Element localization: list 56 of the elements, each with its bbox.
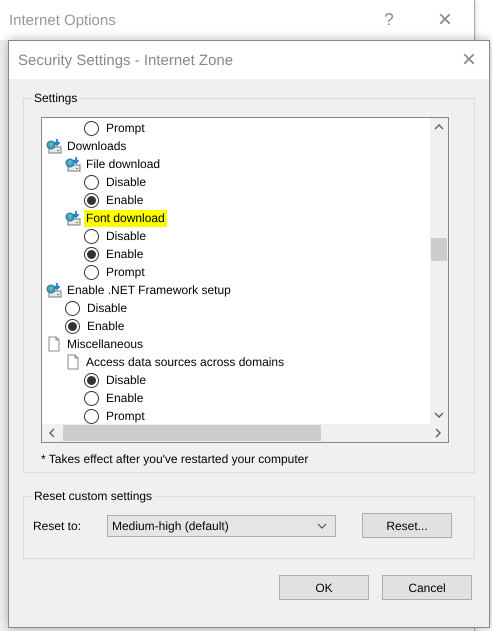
radio-button[interactable] — [84, 372, 99, 388]
radio-button[interactable] — [84, 264, 99, 280]
caret-icon — [317, 522, 327, 528]
computer-download-icon — [65, 156, 81, 172]
setting-label[interactable]: Access data sources across domains — [84, 354, 286, 370]
computer-download-icon — [46, 138, 62, 154]
restart-note: * Takes effect after you've restarted your computer — [41, 452, 310, 466]
scrollbar-thumb[interactable] — [431, 238, 447, 261]
option-label[interactable]: Disable — [106, 373, 146, 387]
setting-label[interactable]: Downloads — [65, 138, 128, 154]
radio-button[interactable] — [84, 390, 99, 406]
reset-to-label: Reset to: — [33, 518, 82, 532]
option-label[interactable]: Prompt — [106, 265, 145, 279]
option-label[interactable]: Prompt — [106, 121, 145, 135]
option-label[interactable]: Enable — [87, 319, 124, 333]
computer-download-icon — [46, 282, 62, 298]
scroll-up-icon[interactable] — [434, 124, 444, 130]
group-label: Reset custom settings — [32, 488, 154, 504]
radio-button[interactable] — [84, 246, 99, 262]
radio-button[interactable] — [65, 300, 80, 316]
radio-button[interactable] — [84, 408, 99, 424]
dialog-button[interactable]: Cancel — [382, 575, 472, 600]
setting-label[interactable]: Enable .NET Framework setup — [65, 282, 233, 298]
dialog-button[interactable]: OK — [279, 575, 369, 600]
option-label[interactable]: Disable — [106, 229, 146, 243]
setting-label[interactable]: File download — [84, 156, 162, 172]
scrollbar-thumb[interactable] — [63, 425, 321, 441]
radio-button[interactable] — [84, 120, 99, 136]
help-button[interactable]: ? — [374, 10, 404, 30]
option-label[interactable]: Enable — [106, 391, 144, 405]
reset-button[interactable]: Reset... — [362, 513, 452, 538]
window-title: Internet Options — [9, 12, 117, 28]
option-label[interactable]: Enable — [106, 247, 144, 261]
horizontal-scrollbar[interactable] — [42, 424, 448, 442]
dialog-title: Security Settings - Internet Zone — [18, 52, 234, 68]
option-label[interactable]: Disable — [87, 301, 128, 315]
setting-label[interactable]: Font download — [84, 210, 167, 226]
vertical-scrollbar[interactable] — [430, 118, 448, 424]
group-label: Settings — [32, 90, 80, 106]
scroll-right-icon[interactable] — [435, 428, 441, 438]
close-button[interactable]: × — [454, 46, 484, 74]
option-label[interactable]: Prompt — [106, 409, 145, 423]
setting-label[interactable]: Miscellaneous — [65, 336, 146, 352]
close-button[interactable]: × — [430, 6, 460, 34]
radio-button[interactable] — [84, 192, 99, 208]
document-icon — [46, 336, 62, 352]
reset-level-dropdown[interactable]: Medium-high (default) — [107, 514, 336, 536]
document-icon — [65, 354, 81, 370]
radio-button[interactable] — [65, 318, 80, 334]
computer-download-icon — [65, 210, 81, 226]
radio-button[interactable] — [84, 174, 99, 190]
option-label[interactable]: Disable — [106, 175, 146, 189]
scroll-left-icon[interactable] — [49, 428, 55, 438]
scroll-down-icon[interactable] — [434, 412, 444, 418]
option-label[interactable]: Enable — [106, 193, 144, 207]
radio-button[interactable] — [84, 228, 99, 244]
